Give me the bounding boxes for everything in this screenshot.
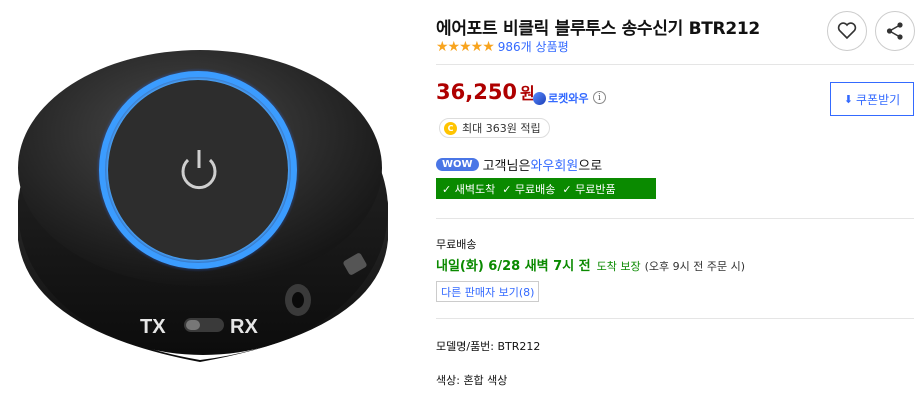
- cashback-badge: C 최대 363원 적립: [439, 118, 550, 138]
- price: 36,250 원: [436, 80, 535, 104]
- delivery-tag-free-return: ✓ 무료반품: [562, 182, 616, 196]
- other-sellers-button[interactable]: 다른 판매자 보기(8): [436, 281, 540, 302]
- download-icon: ⬇: [843, 92, 854, 106]
- divider: [436, 318, 914, 319]
- delivery-tag-free-shipping: ✓ 무료배송: [502, 182, 556, 196]
- rating-row[interactable]: ★★★★★ 986개 상품평: [436, 38, 569, 55]
- wow-badge: WOW: [436, 158, 479, 171]
- tx-label: TX: [140, 316, 166, 338]
- rocket-label: 로켓와우: [548, 92, 589, 105]
- wow-prefix: 고객님은: [482, 159, 531, 174]
- wow-member-row: WOW 고객님은 와우회원 으로: [436, 155, 602, 174]
- shipping-note: (오후 9시 전 주문 시): [644, 260, 746, 273]
- heart-icon: [837, 22, 857, 40]
- shipping-date: 내일(화) 6/28 새벽 7시 전: [436, 259, 591, 274]
- review-count-link[interactable]: 986개 상품평: [498, 38, 569, 55]
- delivery-benefits-bar: ✓ 새벽도착 ✓ 무료배송 ✓ 무료반품: [436, 178, 656, 199]
- product-image: TX RX: [0, 0, 410, 406]
- shipping-label: 무료배송: [436, 238, 477, 251]
- rocket-icon: [533, 91, 546, 105]
- delivery-tag-dawn: ✓ 새벽도착: [442, 182, 496, 196]
- shipping-guarantee: 도착 보장: [596, 260, 641, 273]
- spec-color: 색상: 혼합 색상: [436, 374, 508, 387]
- coupon-label: 쿠폰받기: [856, 92, 901, 107]
- coupon-button[interactable]: ⬇ 쿠폰받기: [830, 82, 914, 116]
- rx-label: RX: [230, 316, 258, 338]
- star-rating-icon: ★★★★★: [436, 38, 495, 55]
- share-icon: [886, 22, 903, 40]
- spec-model: 모델명/품번: BTR212: [436, 340, 541, 353]
- wishlist-button[interactable]: [827, 11, 867, 51]
- wow-suffix: 으로: [578, 159, 603, 174]
- product-title: 에어포트 비클릭 블루투스 송수신기 BTR212: [436, 19, 760, 39]
- share-button[interactable]: [875, 11, 915, 51]
- rocket-wow-badge: 로켓와우: [533, 90, 588, 106]
- info-icon[interactable]: i: [593, 91, 606, 104]
- divider: [436, 218, 914, 219]
- divider: [436, 64, 914, 65]
- cashback-text: 최대 363원 적립: [462, 122, 541, 135]
- shipping-row: 내일(화) 6/28 새벽 7시 전 도착 보장 (오후 9시 전 주문 시): [436, 255, 745, 274]
- bluetooth-transmitter-image: TX RX: [18, 50, 388, 362]
- price-amount: 36,250: [436, 80, 518, 104]
- coin-icon: C: [444, 121, 457, 135]
- wow-member-text: 와우회원: [530, 159, 579, 174]
